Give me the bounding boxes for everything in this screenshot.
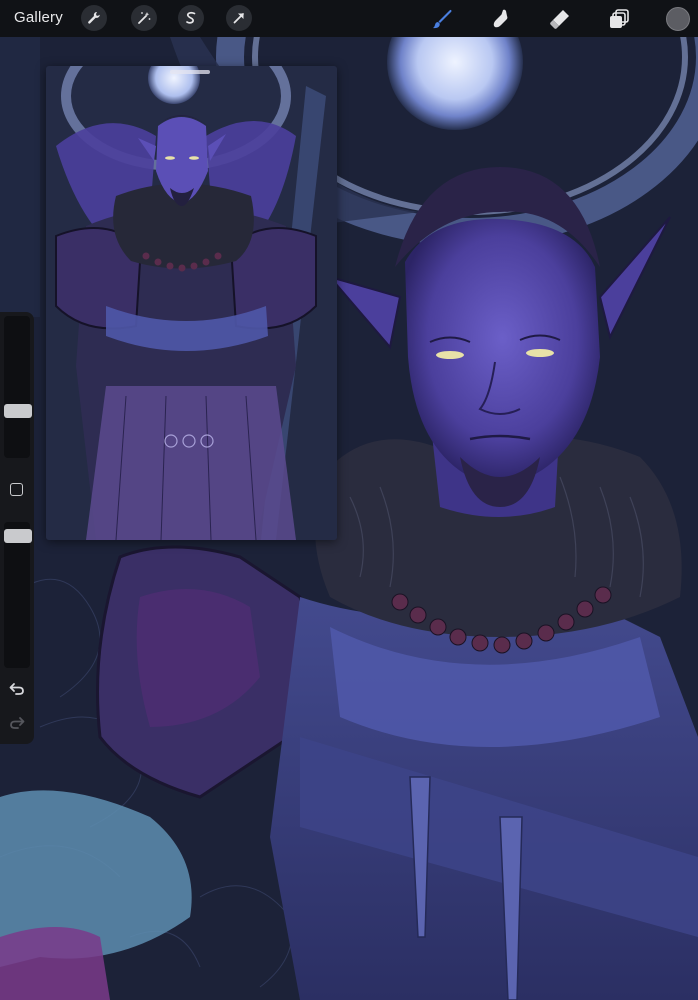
layers-button[interactable] xyxy=(606,6,632,32)
brush-button[interactable] xyxy=(430,6,456,32)
brush-icon xyxy=(433,9,452,29)
wrench-icon xyxy=(88,11,100,24)
color-picker-button[interactable] xyxy=(666,7,690,31)
redo-icon[interactable] xyxy=(8,714,26,732)
gallery-button[interactable]: Gallery xyxy=(14,9,63,26)
reference-window[interactable] xyxy=(46,66,337,540)
selection-button[interactable] xyxy=(178,5,204,31)
opacity-slider-thumb[interactable] xyxy=(4,528,32,543)
eraser-icon xyxy=(550,10,569,29)
adjustments-button[interactable] xyxy=(131,5,157,31)
selection-s-icon xyxy=(186,11,196,24)
undo-icon[interactable] xyxy=(8,680,26,698)
smudge-icon xyxy=(493,9,508,28)
reference-drag-handle[interactable] xyxy=(170,70,210,74)
top-toolbar: Gallery xyxy=(0,0,698,37)
smudge-button[interactable] xyxy=(489,6,515,32)
reference-artwork xyxy=(46,66,337,540)
transform-button[interactable] xyxy=(226,5,252,31)
eraser-button[interactable] xyxy=(547,6,573,32)
actions-button[interactable] xyxy=(81,5,107,31)
layers-icon xyxy=(610,9,629,28)
brush-size-slider[interactable] xyxy=(4,316,30,458)
modify-button[interactable] xyxy=(10,483,23,496)
brush-size-slider-thumb[interactable] xyxy=(4,404,32,419)
left-sidebar xyxy=(0,312,34,744)
magic-wand-icon xyxy=(138,12,151,24)
transform-arrow-icon xyxy=(233,13,244,24)
opacity-slider[interactable] xyxy=(4,522,30,668)
